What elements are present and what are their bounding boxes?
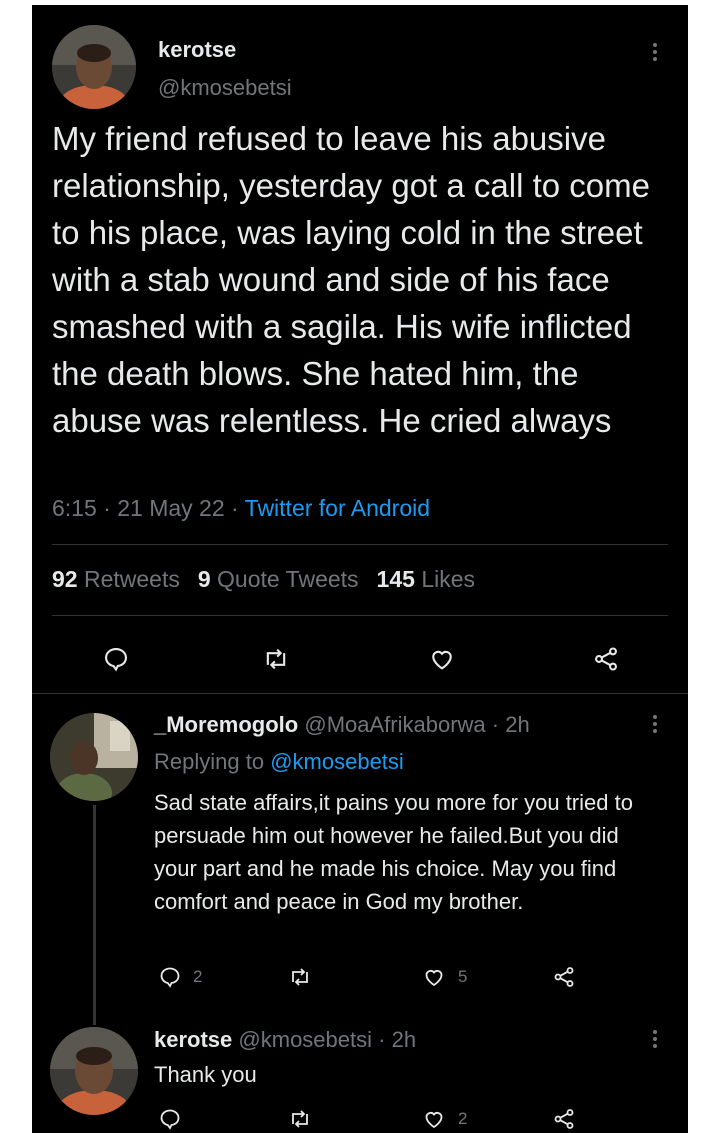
more-options-icon[interactable] (652, 715, 658, 733)
like-icon[interactable] (420, 1105, 448, 1133)
reply-display-name[interactable]: kerotse (154, 1027, 232, 1052)
reply-count: 2 (193, 967, 203, 986)
author-display-name[interactable]: kerotse (158, 37, 236, 63)
replying-to-label: Replying to (154, 749, 265, 774)
like-count: 2 (458, 1109, 468, 1128)
reply-handle[interactable]: @MoaAfrikaborwa (304, 712, 485, 737)
tweet-stats: 92 Retweets 9 Quote Tweets 145 Likes (52, 566, 475, 593)
replying-to-handle[interactable]: @kmosebetsi (270, 749, 404, 774)
share-icon[interactable] (550, 1105, 578, 1133)
tweet-detail-screen: kerotse @kmosebetsi My friend refused to… (32, 5, 688, 1133)
reply-avatar[interactable] (50, 713, 138, 801)
reply-header: kerotse @kmosebetsi · 2h (154, 1027, 416, 1053)
reply-icon[interactable] (156, 1105, 184, 1133)
divider (52, 615, 668, 616)
reply-icon[interactable] (98, 641, 134, 677)
divider (32, 693, 688, 694)
more-options-icon[interactable] (652, 43, 658, 61)
reply-icon[interactable] (156, 963, 184, 991)
share-icon[interactable] (588, 641, 624, 677)
thread-line (93, 805, 96, 1025)
like-icon[interactable] (420, 963, 448, 991)
reply-header: _Moremogolo @MoaAfrikaborwa · 2h (154, 712, 530, 738)
reply-avatar[interactable] (50, 1027, 138, 1115)
author-avatar[interactable] (52, 25, 136, 109)
reply-handle[interactable]: @kmosebetsi (238, 1027, 372, 1052)
reply-time: · 2h (378, 1027, 417, 1052)
divider (52, 544, 668, 545)
reply-text: Thank you (154, 1062, 257, 1087)
reply-time: · 2h (491, 712, 530, 737)
tweet-time: 6:15 (52, 495, 97, 521)
reply-display-name[interactable]: _Moremogolo (154, 712, 298, 737)
retweet-icon[interactable] (286, 963, 314, 991)
replying-to: Replying to @kmosebetsi (154, 749, 404, 775)
meta-separator: · (103, 495, 111, 521)
retweet-icon[interactable] (258, 641, 294, 677)
share-icon[interactable] (550, 963, 578, 991)
more-options-icon[interactable] (652, 1030, 658, 1048)
tweet-date: 21 May 22 (117, 495, 225, 521)
author-handle[interactable]: @kmosebetsi (158, 75, 292, 101)
like-count: 5 (458, 967, 468, 986)
tweet-text: My friend refused to leave his abusive r… (52, 120, 650, 439)
tweet-source-link[interactable]: Twitter for Android (245, 495, 430, 521)
quote-tweets-stat[interactable]: 9 Quote Tweets (198, 566, 359, 592)
tweet-meta: 6:15 · 21 May 22 · Twitter for Android (52, 495, 430, 522)
reply-text: Sad state affairs,it pains you more for … (154, 790, 633, 914)
like-icon[interactable] (424, 641, 460, 677)
retweet-icon[interactable] (286, 1105, 314, 1133)
meta-separator: · (231, 495, 239, 521)
retweets-stat[interactable]: 92 Retweets (52, 566, 180, 592)
likes-stat[interactable]: 145 Likes (377, 566, 475, 592)
